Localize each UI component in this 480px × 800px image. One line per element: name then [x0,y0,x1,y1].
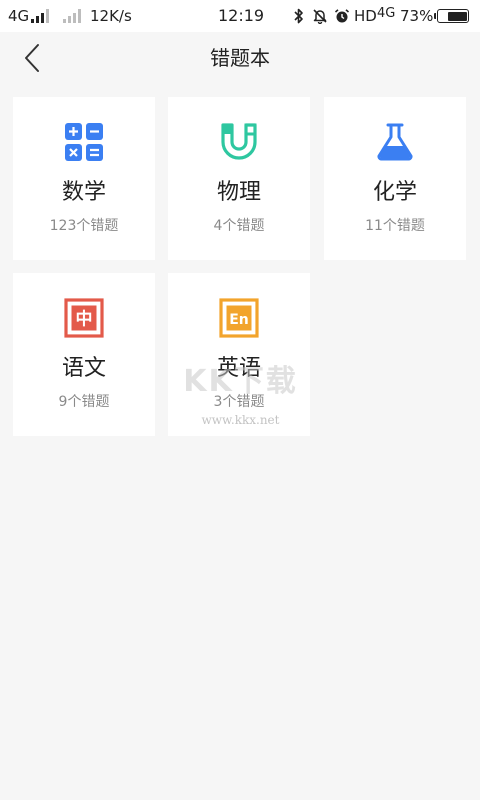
status-bar: 4G 12K/s 12:19 HD 4G 73% [0,0,480,32]
magnet-icon [221,123,257,160]
chinese-char-icon: 中 [64,298,104,338]
subject-name: 英语 [216,356,261,381]
network-type: 4G [8,7,30,25]
error-count: 11个错题 [365,218,425,234]
subject-card-chinese[interactable]: 中 语文 9个错题 [13,273,155,436]
subject-card-physics[interactable]: 物理 4个错题 [168,97,310,260]
subject-card-math[interactable]: 数学 123个错题 [13,97,155,260]
network-speed: 12K/s [90,7,132,25]
error-count: 3个错题 [213,394,265,410]
clock: 12:19 [218,6,265,25]
error-count: 9个错题 [58,394,110,410]
chinese-glyph: 中 [76,309,93,330]
header: 错题本 [0,32,480,84]
calculator-icon [65,123,103,161]
battery-percent: 73% [400,7,434,25]
subject-name: 数学 [61,180,106,205]
battery-icon [434,9,469,23]
error-count: 4个错题 [213,218,265,234]
error-count: 123个错题 [49,218,119,234]
signal-icon-secondary [63,9,81,23]
network-type-2: 4G [377,6,396,21]
subject-card-english[interactable]: En 英语 3个错题 [168,273,310,436]
subject-card-chemistry[interactable]: 化学 11个错题 [324,97,466,260]
subject-name: 物理 [216,180,261,205]
english-letter-icon: En [219,298,259,338]
signal-icon [31,9,49,23]
hd-label: HD [354,7,377,25]
bluetooth-icon [294,8,303,24]
english-glyph: En [229,312,249,328]
page-title: 错题本 [210,46,270,70]
subject-name: 化学 [372,180,417,205]
subject-name: 语文 [61,356,106,381]
flask-icon [377,123,413,161]
mute-icon [313,9,327,24]
alarm-icon [334,9,350,23]
